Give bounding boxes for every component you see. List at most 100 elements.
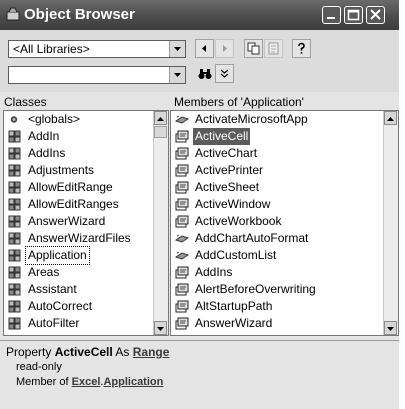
- chevron-down-icon[interactable]: [169, 67, 185, 83]
- search-button[interactable]: [195, 64, 214, 83]
- classes-scrollbar[interactable]: [153, 111, 168, 335]
- member-item[interactable]: AnswerWizard: [171, 315, 384, 332]
- title-bar[interactable]: Object Browser: [0, 0, 399, 30]
- object-browser-window: Object Browser <All Libraries> Classes M…: [0, 0, 399, 409]
- member-item[interactable]: ActivePrinter: [171, 162, 384, 179]
- class-item-label: Application: [25, 246, 90, 265]
- copy-icon: [247, 42, 260, 55]
- member-item-label: AddIns: [195, 265, 233, 279]
- library-combo-value: <All Libraries>: [13, 42, 90, 56]
- minimize-button[interactable]: [322, 6, 341, 24]
- detail-library-link[interactable]: Excel: [72, 376, 101, 388]
- member-item[interactable]: ActiveCell: [171, 128, 384, 145]
- scroll-up-icon[interactable]: [154, 111, 167, 125]
- chevron-down-icon[interactable]: [169, 41, 185, 57]
- view-definition-icon: [268, 42, 279, 55]
- class-item[interactable]: Areas: [4, 264, 154, 281]
- member-item[interactable]: AltStartupPath: [171, 298, 384, 315]
- class-item[interactable]: AddIn: [4, 128, 154, 145]
- class-item[interactable]: Adjustments: [4, 162, 154, 179]
- members-scrollbar[interactable]: [383, 111, 398, 335]
- forward-button[interactable]: [215, 39, 234, 58]
- back-icon: [202, 45, 206, 52]
- member-item-label: AddCustomList: [195, 248, 277, 262]
- member-item-label: ActiveWorkbook: [195, 214, 282, 228]
- property-icon: [175, 215, 189, 228]
- class-item[interactable]: Application: [4, 246, 154, 265]
- scroll-up-icon[interactable]: [384, 111, 397, 125]
- class-item[interactable]: AnswerWizard: [4, 213, 154, 230]
- maximize-button[interactable]: [344, 6, 363, 24]
- property-icon: [175, 181, 189, 194]
- property-icon: [175, 266, 189, 279]
- member-item-label: ActiveWindow: [195, 197, 271, 211]
- binoculars-icon: [198, 69, 212, 79]
- class-icon: [8, 317, 22, 330]
- class-icon: [8, 232, 22, 245]
- view-definition-button[interactable]: [264, 39, 283, 58]
- class-item[interactable]: AddIns: [4, 145, 154, 162]
- detail-member-of-label: Member of: [16, 376, 72, 388]
- expand-search-button[interactable]: [215, 64, 234, 83]
- class-item-label: Adjustments: [28, 163, 95, 177]
- member-item[interactable]: ActiveSheet: [171, 179, 384, 196]
- member-item-label: ActiveChart: [195, 146, 258, 160]
- class-item-label: AllowEditRange: [28, 180, 113, 194]
- scroll-down-icon[interactable]: [384, 321, 397, 335]
- class-item[interactable]: Assistant: [4, 281, 154, 298]
- library-combo[interactable]: <All Libraries>: [8, 40, 186, 58]
- detail-member: ActiveCell: [54, 345, 113, 359]
- property-icon: [175, 198, 189, 211]
- member-item-label: AnswerWizard: [195, 316, 273, 330]
- member-item[interactable]: AddChartAutoFormat: [171, 230, 384, 247]
- class-item[interactable]: AutoFilter: [4, 315, 154, 332]
- copy-button[interactable]: [244, 39, 263, 58]
- class-item[interactable]: AllowEditRanges: [4, 196, 154, 213]
- class-item[interactable]: AllowEditRange: [4, 179, 154, 196]
- classes-header: Classes: [4, 95, 47, 109]
- class-icon: [8, 198, 22, 211]
- class-item-label: AllowEditRanges: [28, 197, 119, 211]
- class-item-label: AutoCorrect: [28, 299, 93, 313]
- help-button[interactable]: [292, 39, 311, 58]
- member-item[interactable]: AddIns: [171, 264, 384, 281]
- forward-icon: [223, 45, 227, 52]
- member-item[interactable]: AddCustomList: [171, 247, 384, 264]
- class-icon: [8, 164, 22, 177]
- scroll-down-icon[interactable]: [154, 321, 167, 335]
- property-icon: [175, 317, 189, 330]
- toolbar: <All Libraries>: [0, 30, 399, 92]
- expand-icon: [220, 69, 229, 78]
- member-item-label: AltStartupPath: [195, 299, 273, 313]
- class-item-label: AnswerWizard: [28, 214, 106, 228]
- class-item[interactable]: AnswerWizardFiles: [4, 230, 154, 247]
- search-combo[interactable]: [8, 66, 186, 84]
- classes-list[interactable]: <globals> AddIn AddIns Adjustments AllowEdit…: [3, 110, 169, 336]
- help-icon: [298, 42, 305, 54]
- members-list[interactable]: ActivateMicrosoftApp ActiveCell ActiveChar…: [170, 110, 399, 336]
- property-icon: [175, 300, 189, 313]
- details-pane: Property ActiveCell As Range read-only M…: [0, 340, 399, 409]
- class-item-label: AddIns: [28, 146, 66, 160]
- member-item[interactable]: AlertBeforeOverwriting: [171, 281, 384, 298]
- member-item[interactable]: ActivateMicrosoftApp: [171, 111, 384, 128]
- detail-type-link[interactable]: Range: [133, 345, 170, 359]
- globals-icon: [8, 113, 22, 126]
- scroll-thumb[interactable]: [154, 126, 167, 138]
- member-item-label: AlertBeforeOverwriting: [195, 282, 316, 296]
- class-item[interactable]: AutoCorrect: [4, 298, 154, 315]
- detail-class-link[interactable]: Application: [103, 376, 163, 388]
- member-item-label: ActivateMicrosoftApp: [195, 112, 308, 126]
- back-button[interactable]: [195, 39, 214, 58]
- member-item-label: ActivePrinter: [195, 163, 264, 177]
- class-item-label: Areas: [28, 265, 60, 279]
- member-item[interactable]: ActiveWorkbook: [171, 213, 384, 230]
- detail-access: read-only: [16, 361, 62, 373]
- object-browser-icon: [6, 7, 20, 21]
- class-item[interactable]: <globals>: [4, 111, 154, 128]
- members-header: Members of 'Application': [174, 95, 304, 109]
- member-item-label: ActiveSheet: [195, 180, 260, 194]
- member-item[interactable]: ActiveChart: [171, 145, 384, 162]
- member-item[interactable]: ActiveWindow: [171, 196, 384, 213]
- close-button[interactable]: [366, 6, 385, 24]
